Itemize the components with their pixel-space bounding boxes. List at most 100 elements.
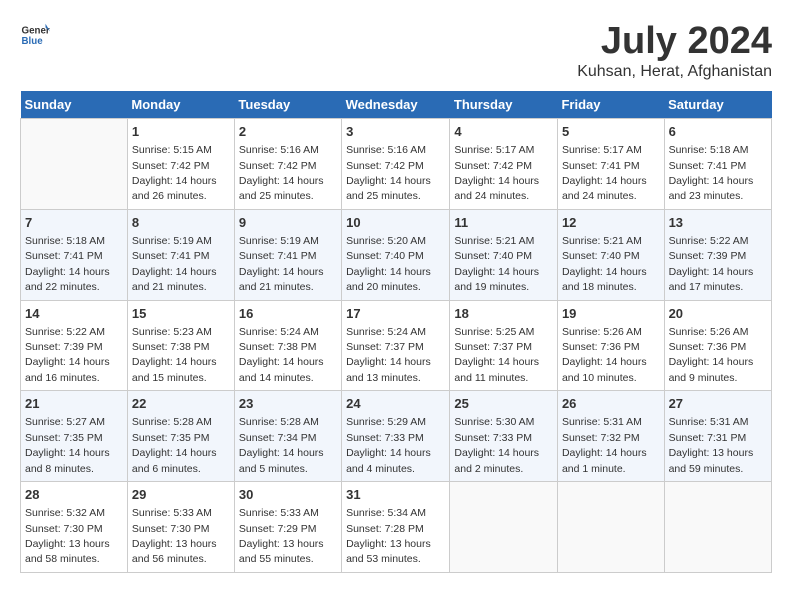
weekday-header-cell: Wednesday	[342, 91, 450, 119]
calendar-cell: 26 Sunrise: 5:31 AM Sunset: 7:32 PM Dayli…	[557, 391, 664, 482]
calendar-cell: 6 Sunrise: 5:18 AM Sunset: 7:41 PM Daylig…	[664, 119, 771, 210]
day-info: Sunrise: 5:16 AM Sunset: 7:42 PM Dayligh…	[239, 144, 324, 202]
weekday-header-cell: Saturday	[664, 91, 771, 119]
day-number: 7	[25, 214, 123, 232]
day-info: Sunrise: 5:23 AM Sunset: 7:38 PM Dayligh…	[132, 326, 217, 384]
day-number: 2	[239, 123, 337, 141]
calendar-cell: 25 Sunrise: 5:30 AM Sunset: 7:33 PM Dayli…	[450, 391, 558, 482]
calendar-cell: 19Sunrise: 5:26 AM Sunset: 7:36 PM Dayli…	[557, 300, 664, 391]
calendar-cell: 9 Sunrise: 5:19 AM Sunset: 7:41 PM Daylig…	[234, 209, 341, 300]
day-info: Sunrise: 5:34 AM Sunset: 7:28 PM Dayligh…	[346, 507, 431, 565]
calendar-cell: 20Sunrise: 5:26 AM Sunset: 7:36 PM Dayli…	[664, 300, 771, 391]
day-number: 18	[454, 305, 553, 323]
day-number: 10	[346, 214, 445, 232]
day-info: Sunrise: 5:28 AM Sunset: 7:34 PM Dayligh…	[239, 416, 324, 474]
day-number: 9	[239, 214, 337, 232]
day-number: 5	[562, 123, 660, 141]
calendar-cell: 7 Sunrise: 5:18 AM Sunset: 7:41 PM Daylig…	[21, 209, 128, 300]
day-info: Sunrise: 5:32 AM Sunset: 7:30 PM Dayligh…	[25, 507, 110, 565]
day-number: 27	[669, 395, 767, 413]
day-info: Sunrise: 5:28 AM Sunset: 7:35 PM Dayligh…	[132, 416, 217, 474]
logo: General Blue	[20, 20, 50, 50]
location-subtitle: Kuhsan, Herat, Afghanistan	[577, 63, 772, 81]
day-number: 3	[346, 123, 445, 141]
day-info: Sunrise: 5:24 AM Sunset: 7:37 PM Dayligh…	[346, 326, 431, 384]
day-info: Sunrise: 5:19 AM Sunset: 7:41 PM Dayligh…	[132, 235, 217, 293]
day-number: 21	[25, 395, 123, 413]
calendar-cell: 22 Sunrise: 5:28 AM Sunset: 7:35 PM Dayli…	[127, 391, 234, 482]
day-info: Sunrise: 5:27 AM Sunset: 7:35 PM Dayligh…	[25, 416, 110, 474]
day-number: 22	[132, 395, 230, 413]
day-number: 19	[562, 305, 660, 323]
calendar-table: SundayMondayTuesdayWednesdayThursdayFrid…	[20, 91, 772, 573]
title-area: July 2024 Kuhsan, Herat, Afghanistan	[577, 20, 772, 81]
day-number: 24	[346, 395, 445, 413]
calendar-cell: 12 Sunrise: 5:21 AM Sunset: 7:40 PM Dayli…	[557, 209, 664, 300]
calendar-cell: 30 Sunrise: 5:33 AM Sunset: 7:29 PM Dayli…	[234, 482, 341, 573]
calendar-cell: 21 Sunrise: 5:27 AM Sunset: 7:35 PM Dayli…	[21, 391, 128, 482]
calendar-cell: 15Sunrise: 5:23 AM Sunset: 7:38 PM Dayli…	[127, 300, 234, 391]
weekday-header-cell: Sunday	[21, 91, 128, 119]
day-number: 31	[346, 486, 445, 504]
day-number: 29	[132, 486, 230, 504]
svg-text:Blue: Blue	[22, 36, 44, 47]
weekday-header-cell: Tuesday	[234, 91, 341, 119]
calendar-cell: 10Sunrise: 5:20 AM Sunset: 7:40 PM Dayli…	[342, 209, 450, 300]
weekday-header-cell: Thursday	[450, 91, 558, 119]
day-info: Sunrise: 5:31 AM Sunset: 7:32 PM Dayligh…	[562, 416, 647, 474]
day-number: 14	[25, 305, 123, 323]
calendar-cell: 31 Sunrise: 5:34 AM Sunset: 7:28 PM Dayli…	[342, 482, 450, 573]
logo-icon: General Blue	[20, 20, 50, 50]
calendar-cell: 27Sunrise: 5:31 AM Sunset: 7:31 PM Dayli…	[664, 391, 771, 482]
day-number: 17	[346, 305, 445, 323]
calendar-cell: 28 Sunrise: 5:32 AM Sunset: 7:30 PM Dayli…	[21, 482, 128, 573]
day-info: Sunrise: 5:19 AM Sunset: 7:41 PM Dayligh…	[239, 235, 324, 293]
calendar-cell: 18 Sunrise: 5:25 AM Sunset: 7:37 PM Dayli…	[450, 300, 558, 391]
day-number: 16	[239, 305, 337, 323]
calendar-cell: 5Sunrise: 5:17 AM Sunset: 7:41 PM Daylig…	[557, 119, 664, 210]
day-number: 26	[562, 395, 660, 413]
day-number: 12	[562, 214, 660, 232]
calendar-cell: 23 Sunrise: 5:28 AM Sunset: 7:34 PM Dayli…	[234, 391, 341, 482]
calendar-cell: 2 Sunrise: 5:16 AM Sunset: 7:42 PM Daylig…	[234, 119, 341, 210]
calendar-cell: 14 Sunrise: 5:22 AM Sunset: 7:39 PM Dayli…	[21, 300, 128, 391]
calendar-cell: 8Sunrise: 5:19 AM Sunset: 7:41 PM Daylig…	[127, 209, 234, 300]
calendar-cell: 3 Sunrise: 5:16 AM Sunset: 7:42 PM Daylig…	[342, 119, 450, 210]
calendar-week-row: 21 Sunrise: 5:27 AM Sunset: 7:35 PM Dayli…	[21, 391, 772, 482]
day-info: Sunrise: 5:16 AM Sunset: 7:42 PM Dayligh…	[346, 144, 431, 202]
weekday-header-row: SundayMondayTuesdayWednesdayThursdayFrid…	[21, 91, 772, 119]
page-header: General Blue July 2024 Kuhsan, Herat, Af…	[20, 20, 772, 81]
day-number: 28	[25, 486, 123, 504]
day-info: Sunrise: 5:30 AM Sunset: 7:33 PM Dayligh…	[454, 416, 539, 474]
calendar-cell: 24Sunrise: 5:29 AM Sunset: 7:33 PM Dayli…	[342, 391, 450, 482]
calendar-week-row: 28 Sunrise: 5:32 AM Sunset: 7:30 PM Dayli…	[21, 482, 772, 573]
calendar-week-row: 14 Sunrise: 5:22 AM Sunset: 7:39 PM Dayli…	[21, 300, 772, 391]
day-number: 13	[669, 214, 767, 232]
calendar-body: 1Sunrise: 5:15 AM Sunset: 7:42 PM Daylig…	[21, 119, 772, 573]
calendar-cell	[21, 119, 128, 210]
calendar-cell	[557, 482, 664, 573]
day-number: 25	[454, 395, 553, 413]
month-year-title: July 2024	[577, 20, 772, 63]
day-number: 6	[669, 123, 767, 141]
calendar-cell: 29 Sunrise: 5:33 AM Sunset: 7:30 PM Dayli…	[127, 482, 234, 573]
day-info: Sunrise: 5:18 AM Sunset: 7:41 PM Dayligh…	[669, 144, 754, 202]
day-info: Sunrise: 5:17 AM Sunset: 7:42 PM Dayligh…	[454, 144, 539, 202]
day-info: Sunrise: 5:21 AM Sunset: 7:40 PM Dayligh…	[562, 235, 647, 293]
calendar-cell: 16Sunrise: 5:24 AM Sunset: 7:38 PM Dayli…	[234, 300, 341, 391]
day-info: Sunrise: 5:25 AM Sunset: 7:37 PM Dayligh…	[454, 326, 539, 384]
day-number: 23	[239, 395, 337, 413]
day-info: Sunrise: 5:33 AM Sunset: 7:29 PM Dayligh…	[239, 507, 324, 565]
calendar-cell	[450, 482, 558, 573]
day-info: Sunrise: 5:33 AM Sunset: 7:30 PM Dayligh…	[132, 507, 217, 565]
calendar-cell: 4Sunrise: 5:17 AM Sunset: 7:42 PM Daylig…	[450, 119, 558, 210]
day-info: Sunrise: 5:22 AM Sunset: 7:39 PM Dayligh…	[25, 326, 110, 384]
day-number: 30	[239, 486, 337, 504]
calendar-cell: 17 Sunrise: 5:24 AM Sunset: 7:37 PM Dayli…	[342, 300, 450, 391]
weekday-header-cell: Friday	[557, 91, 664, 119]
calendar-cell: 11Sunrise: 5:21 AM Sunset: 7:40 PM Dayli…	[450, 209, 558, 300]
calendar-cell: 1Sunrise: 5:15 AM Sunset: 7:42 PM Daylig…	[127, 119, 234, 210]
day-info: Sunrise: 5:18 AM Sunset: 7:41 PM Dayligh…	[25, 235, 110, 293]
weekday-header-cell: Monday	[127, 91, 234, 119]
day-info: Sunrise: 5:15 AM Sunset: 7:42 PM Dayligh…	[132, 144, 217, 202]
